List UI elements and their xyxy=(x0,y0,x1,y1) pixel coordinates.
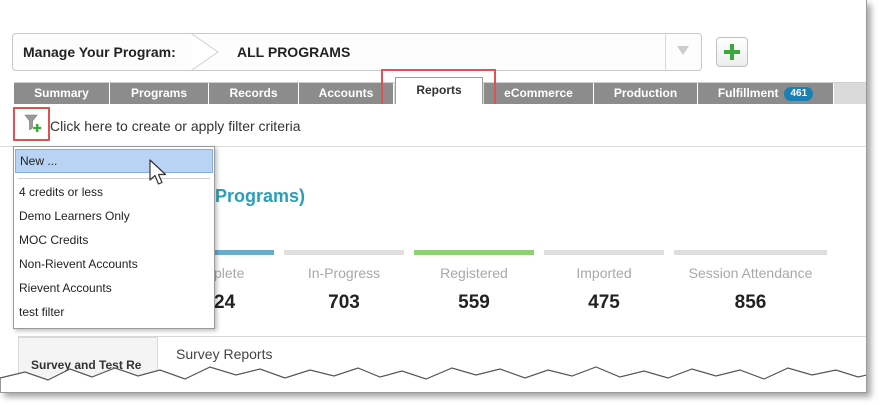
stat-value-in-progress: 703 xyxy=(328,292,360,313)
filter-item-4-credits[interactable]: 4 credits or less xyxy=(15,180,213,204)
stat-value-complete: 24 xyxy=(214,292,236,313)
stat-label-in-progress: In-Progress xyxy=(307,265,381,281)
fulfillment-count-badge: 461 xyxy=(784,87,814,101)
program-selector-bar[interactable]: Manage Your Program: ALL PROGRAMS xyxy=(12,33,702,71)
stat-bar-registered xyxy=(414,250,534,255)
filter-item-moc-credits[interactable]: MOC Credits xyxy=(15,228,213,252)
stat-value-imported: 475 xyxy=(588,292,620,313)
filter-dropdown-menu: New ... 4 credits or less Demo Learners … xyxy=(13,146,215,329)
tab-accounts[interactable]: Accounts xyxy=(299,83,394,105)
stat-value-session-attendance: 856 xyxy=(734,292,767,313)
tab-summary[interactable]: Summary xyxy=(14,83,110,105)
stat-bar-in-progress xyxy=(284,250,404,255)
filter-bar: Click here to create or apply filter cri… xyxy=(0,104,866,147)
stat-label-session-attendance: Session Attendance xyxy=(688,265,813,281)
program-dropdown-toggle[interactable] xyxy=(665,34,701,70)
plus-icon xyxy=(724,44,740,60)
program-value: ALL PROGRAMS xyxy=(237,44,351,60)
stat-bar-session-attendance xyxy=(674,250,827,255)
tab-records[interactable]: Records xyxy=(209,83,299,105)
tab-fulfillment[interactable]: Fulfillment 461 xyxy=(698,83,834,105)
breadcrumb-arrow-icon xyxy=(191,34,219,70)
report-heading: Programs) xyxy=(215,186,306,206)
tab-production[interactable]: Production xyxy=(594,83,698,105)
filter-item-demo-learners[interactable]: Demo Learners Only xyxy=(15,204,213,228)
manage-program-label: Manage Your Program: xyxy=(23,44,176,60)
filter-icon-highlight xyxy=(13,107,50,141)
stat-value-registered: 559 xyxy=(458,292,490,313)
chevron-down-icon xyxy=(677,46,689,55)
add-button[interactable] xyxy=(716,37,748,67)
torn-edge xyxy=(0,366,866,392)
tab-programs[interactable]: Programs xyxy=(110,83,209,105)
tab-ecommerce[interactable]: eCommerce xyxy=(484,83,594,105)
filter-item-non-rievent[interactable]: Non-Rievent Accounts xyxy=(15,252,213,276)
stat-label-complete: plete xyxy=(214,265,245,281)
stat-bar-imported xyxy=(544,250,664,255)
filter-prompt[interactable]: Click here to create or apply filter cri… xyxy=(50,118,301,134)
filter-new-item[interactable]: New ... xyxy=(15,149,213,173)
app-window: Manage Your Program: ALL PROGRAMS Summar… xyxy=(0,0,867,393)
stat-bar-complete xyxy=(214,250,274,255)
stat-label-imported: Imported xyxy=(576,265,632,281)
filter-item-test-filter[interactable]: test filter xyxy=(15,300,213,324)
filter-item-rievent[interactable]: Rievent Accounts xyxy=(15,276,213,300)
stat-label-registered: Registered xyxy=(440,265,508,281)
mouse-cursor-icon xyxy=(149,159,167,185)
menu-divider xyxy=(18,178,210,179)
